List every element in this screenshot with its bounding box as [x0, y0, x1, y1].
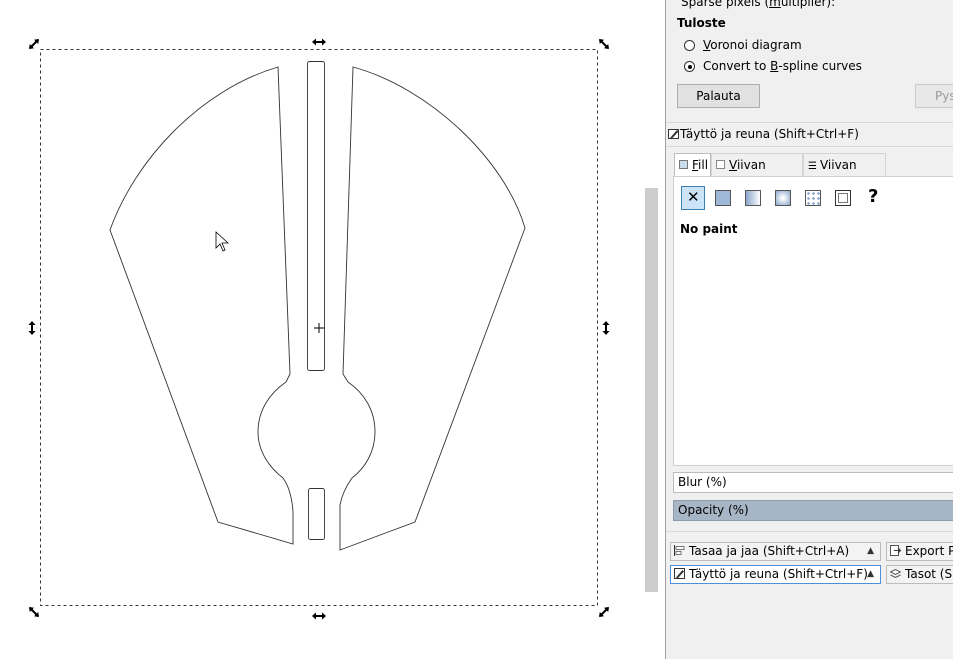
fill-tab-icon [679, 160, 688, 169]
fill-stroke-icon [668, 129, 679, 139]
export-icon [890, 545, 901, 556]
opacity-label: Opacity (%) [678, 503, 749, 517]
dock-tab-export-png[interactable]: Export PN [886, 542, 953, 561]
voronoi-radio-label[interactable]: Voronoi diagram [703, 38, 802, 52]
scale-handle-left [28, 321, 36, 335]
dialog-separator [666, 122, 953, 123]
fill-stroke-dock-icon [674, 568, 685, 579]
layers-icon [890, 568, 901, 579]
blur-slider[interactable]: Blur (%) [673, 472, 953, 493]
dock-panel: Sparse pixels (multiplier): Tuloste Voro… [666, 0, 953, 659]
scale-handle-bottom-right [599, 607, 609, 617]
shape-lower-slot [308, 488, 325, 540]
canvas-drawing[interactable] [0, 0, 643, 659]
unset-icon: ? [868, 186, 879, 207]
shape-left-blade [109, 66, 294, 545]
scale-handle-bottom [312, 612, 326, 620]
flat-color-icon [715, 190, 731, 206]
fill-type-pattern-button[interactable] [801, 186, 825, 210]
fill-type-none-button[interactable]: ✕ [681, 186, 705, 210]
reset-button[interactable]: Palauta [677, 84, 760, 108]
output-heading: Tuloste [677, 16, 726, 30]
fill-tab-content [673, 176, 953, 466]
voronoi-radio[interactable] [684, 40, 695, 51]
swatch-icon [835, 190, 851, 206]
shape-center-slot [307, 61, 325, 371]
bspline-radio[interactable] [684, 61, 695, 72]
bspline-radio-label[interactable]: Convert to B-spline curves [703, 59, 862, 73]
dock-tab-fill-stroke[interactable]: Täyttö ja reuna (Shift+Ctrl+F) ▲ [670, 565, 881, 584]
vertical-scrollbar[interactable] [643, 0, 661, 659]
stroke-paint-tab-icon [716, 160, 725, 169]
tab-stroke-style[interactable]: ☰Viivan tyyli [803, 153, 886, 196]
tab-fill[interactable]: Fill [674, 153, 711, 177]
fill-type-linear-gradient-button[interactable] [741, 186, 765, 210]
fill-type-flat-button[interactable] [711, 186, 735, 210]
dock-tab-align-distribute[interactable]: Tasaa ja jaa (Shift+Ctrl+A) ▲ [670, 542, 881, 561]
no-paint-icon: ✕ [687, 188, 700, 206]
dock-tab-layers[interactable]: Tasot (Sh [886, 565, 953, 584]
stop-button[interactable]: Pys [915, 84, 953, 108]
mouse-pointer-icon [215, 231, 230, 252]
collapse-arrow-icon[interactable]: ▲ [867, 566, 874, 583]
fill-type-unset-button[interactable]: ? [861, 186, 885, 210]
fill-stroke-dialog-title: Täyttö ja reuna (Shift+Ctrl+F) [668, 127, 859, 141]
scale-handle-top [312, 38, 326, 46]
scale-handle-right [602, 321, 610, 335]
radial-gradient-icon [775, 190, 791, 206]
collapse-arrow-icon[interactable]: ▲ [867, 543, 874, 560]
tab-stroke-paint[interactable]: Viivan väritys [711, 153, 803, 194]
drawing-canvas[interactable] [0, 0, 643, 659]
linear-gradient-icon [745, 190, 761, 206]
pattern-icon [805, 190, 821, 206]
shape-right-blade [339, 66, 526, 551]
paint-status-label: No paint [680, 222, 738, 236]
scale-handle-top-right [599, 39, 609, 49]
align-icon [674, 545, 685, 556]
fill-type-swatch-button[interactable] [831, 186, 855, 210]
opacity-slider[interactable]: Opacity (%) [673, 500, 953, 521]
rotation-center-cross [314, 323, 324, 333]
scale-handle-bottom-left [29, 607, 39, 617]
vertical-scrollbar-thumb[interactable] [645, 188, 658, 592]
sparse-pixels-label: Sparse pixels (multiplier): [681, 0, 836, 9]
scale-handle-top-left [29, 39, 39, 49]
stroke-style-tab-icon: ☰ [808, 161, 817, 172]
fill-type-radial-gradient-button[interactable] [771, 186, 795, 210]
blur-label: Blur (%) [678, 475, 727, 489]
